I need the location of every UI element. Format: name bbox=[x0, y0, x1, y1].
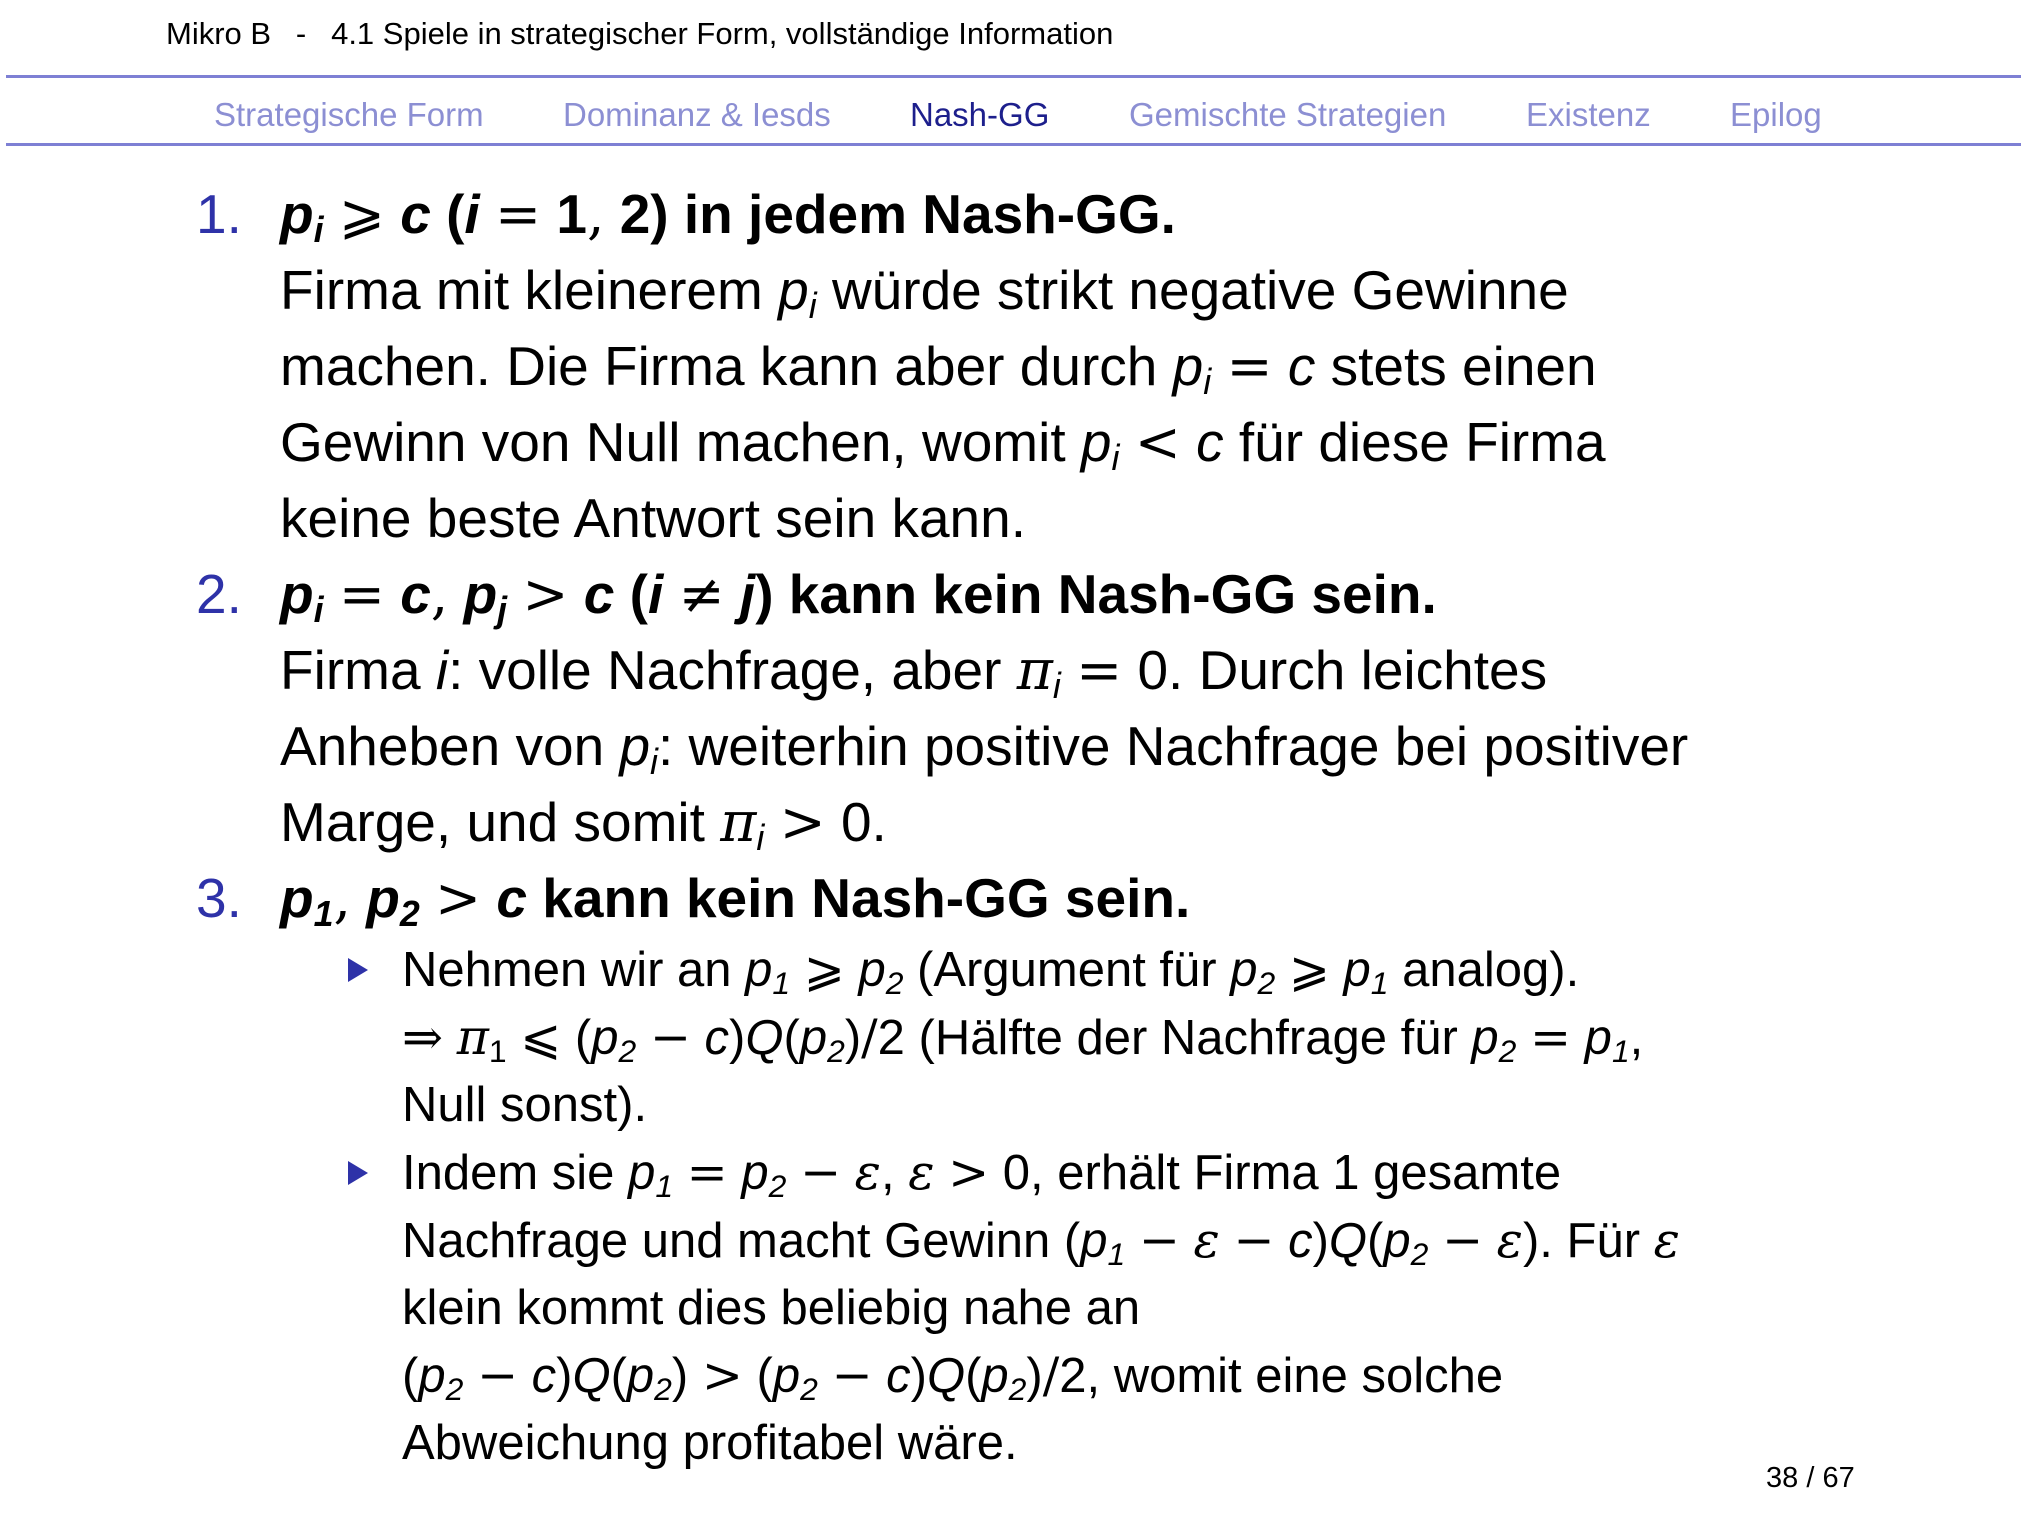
nav-item-dominanz-iesds[interactable]: Dominanz & Iesds bbox=[563, 96, 831, 134]
nav-item-gemischte-strategien[interactable]: Gemischte Strategien bbox=[1129, 96, 1446, 134]
item-number: 1. bbox=[196, 183, 242, 245]
nav-item-strategische-form[interactable]: Strategische Form bbox=[214, 96, 484, 134]
list-item-2: 2. pi = c, pj > c (i ≠ j) kann kein Nash… bbox=[196, 556, 1976, 860]
item-number: 2. bbox=[196, 563, 242, 625]
slide-content: 1. pi ⩾ c (i = 1, 2) in jedem Nash-GG. F… bbox=[196, 176, 1976, 1477]
page-separator: / bbox=[1806, 1462, 1815, 1494]
list-item-3: 3. p1, p2 > c kann kein Nash-GG sein. Ne… bbox=[196, 860, 1976, 1477]
nav-item-existenz[interactable]: Existenz bbox=[1526, 96, 1651, 134]
item-body: Firma mit kleinerem pi würde strikt nega… bbox=[280, 259, 1606, 549]
course-title: Mikro B bbox=[166, 16, 272, 51]
header-separator: - bbox=[295, 16, 307, 51]
list-item-1: 1. pi ⩾ c (i = 1, 2) in jedem Nash-GG. F… bbox=[196, 176, 1976, 556]
section-title: 4.1 Spiele in strategischer Form, vollst… bbox=[331, 16, 1114, 51]
nav-item-epilog[interactable]: Epilog bbox=[1730, 96, 1822, 134]
bullet-item-2: Indem sie p1 = p2 − ε, ε > 0, erhält Fir… bbox=[280, 1139, 1976, 1477]
item-heading: pi ⩾ c (i = 1, 2) in jedem Nash-GG. bbox=[280, 182, 1176, 250]
bullet-list: Nehmen wir an p1 ⩾ p2 (Argument für p2 ⩾… bbox=[280, 936, 1976, 1477]
nav-item-nash-gg[interactable]: Nash-GG bbox=[910, 96, 1049, 134]
bullet-item-1: Nehmen wir an p1 ⩾ p2 (Argument für p2 ⩾… bbox=[280, 936, 1976, 1139]
total-pages: 67 bbox=[1822, 1462, 1855, 1494]
header-rule-bottom bbox=[6, 143, 2021, 146]
item-heading: p1, p2 > c kann kein Nash-GG sein. bbox=[280, 866, 1191, 934]
item-number: 3. bbox=[196, 867, 242, 929]
item-body: Firma i: volle Nachfrage, aber πi = 0. D… bbox=[280, 638, 1689, 858]
header-rule-top bbox=[6, 75, 2021, 78]
slide-header: Mikro B -4.1 Spiele in strategischer Form… bbox=[166, 16, 1113, 52]
bullet-triangle-icon bbox=[348, 958, 368, 982]
page-number: 38 / 67 bbox=[1766, 1462, 1855, 1495]
item-heading: pi = c, pj > c (i ≠ j) kann kein Nash-GG… bbox=[280, 562, 1437, 630]
bullet-triangle-icon bbox=[348, 1161, 368, 1185]
current-page: 38 bbox=[1766, 1462, 1799, 1494]
